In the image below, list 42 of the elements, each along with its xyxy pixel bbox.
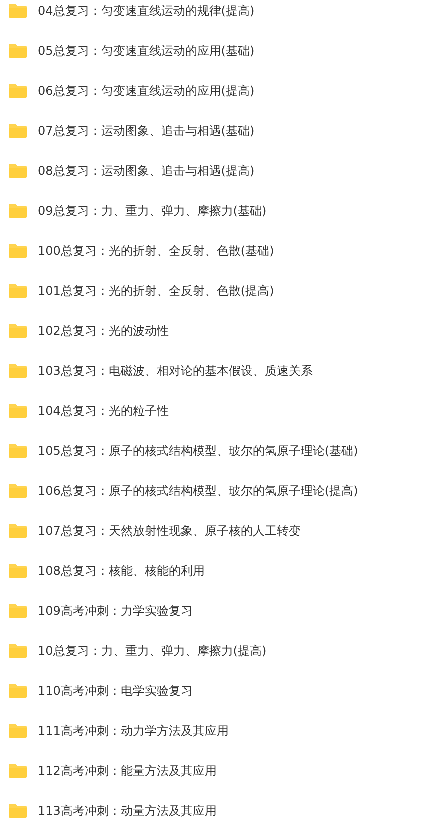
folder-name[interactable]: 09总复习：力、重力、弹力、摩擦力(基础) xyxy=(38,202,267,220)
folder-name[interactable]: 110高考冲刺：电学实验复习 xyxy=(38,682,193,700)
folder-icon[interactable] xyxy=(8,123,28,139)
folder-icon[interactable] xyxy=(8,563,28,579)
folder-name[interactable]: 107总复习：天然放射性现象、原子核的人工转变 xyxy=(38,522,301,540)
folder-name[interactable]: 103总复习：电磁波、相对论的基本假设、质速关系 xyxy=(38,362,313,380)
folder-name[interactable]: 112高考冲刺：能量方法及其应用 xyxy=(38,762,217,780)
folder-name[interactable]: 104总复习：光的粒子性 xyxy=(38,402,169,420)
folder-name[interactable]: 10总复习：力、重力、弹力、摩擦力(提高) xyxy=(38,642,267,660)
folder-icon[interactable] xyxy=(8,163,28,179)
folder-icon[interactable] xyxy=(8,323,28,339)
folder-icon[interactable] xyxy=(8,203,28,219)
folder-icon[interactable] xyxy=(8,283,28,299)
folder-icon[interactable] xyxy=(8,643,28,659)
folder-icon[interactable] xyxy=(8,443,28,459)
folder-icon[interactable] xyxy=(8,483,28,499)
folder-name[interactable]: 111高考冲刺：动力学方法及其应用 xyxy=(38,722,229,740)
folder-name[interactable]: 08总复习：运动图象、追击与相遇(提高) xyxy=(38,162,255,180)
folder-icon[interactable] xyxy=(8,363,28,379)
folder-icon[interactable] xyxy=(8,83,28,99)
folder-icon[interactable] xyxy=(8,603,28,619)
folder-icon[interactable] xyxy=(8,723,28,739)
folder-icon[interactable] xyxy=(8,683,28,699)
folder-name[interactable]: 101总复习：光的折射、全反射、色散(提高) xyxy=(38,282,274,300)
folder-icon[interactable] xyxy=(8,3,28,19)
folder-icon[interactable] xyxy=(8,763,28,779)
folder-name[interactable]: 102总复习：光的波动性 xyxy=(38,322,169,340)
folder-name[interactable]: 100总复习：光的折射、全反射、色散(基础) xyxy=(38,242,274,260)
folder-name[interactable]: 105总复习：原子的核式结构模型、玻尔的氢原子理论(基础) xyxy=(38,442,358,460)
folder-name[interactable]: 113高考冲刺：动量方法及其应用 xyxy=(38,802,217,820)
folder-name[interactable]: 06总复习：匀变速直线运动的应用(提高) xyxy=(38,82,255,100)
folder-name[interactable]: 07总复习：运动图象、追击与相遇(基础) xyxy=(38,122,255,140)
folder-icon[interactable] xyxy=(8,43,28,59)
folder-name[interactable]: 04总复习：匀变速直线运动的规律(提高) xyxy=(38,2,255,20)
folder-name[interactable]: 05总复习：匀变速直线运动的应用(基础) xyxy=(38,42,255,60)
folder-icon[interactable] xyxy=(8,243,28,259)
folder-icon[interactable] xyxy=(8,803,28,819)
folder-name[interactable]: 108总复习：核能、核能的利用 xyxy=(38,562,205,580)
folder-name[interactable]: 106总复习：原子的核式结构模型、玻尔的氢原子理论(提高) xyxy=(38,482,358,500)
folder-icon[interactable] xyxy=(8,403,28,419)
folder-name[interactable]: 109高考冲刺：力学实验复习 xyxy=(38,602,193,620)
folder-icon[interactable] xyxy=(8,523,28,539)
